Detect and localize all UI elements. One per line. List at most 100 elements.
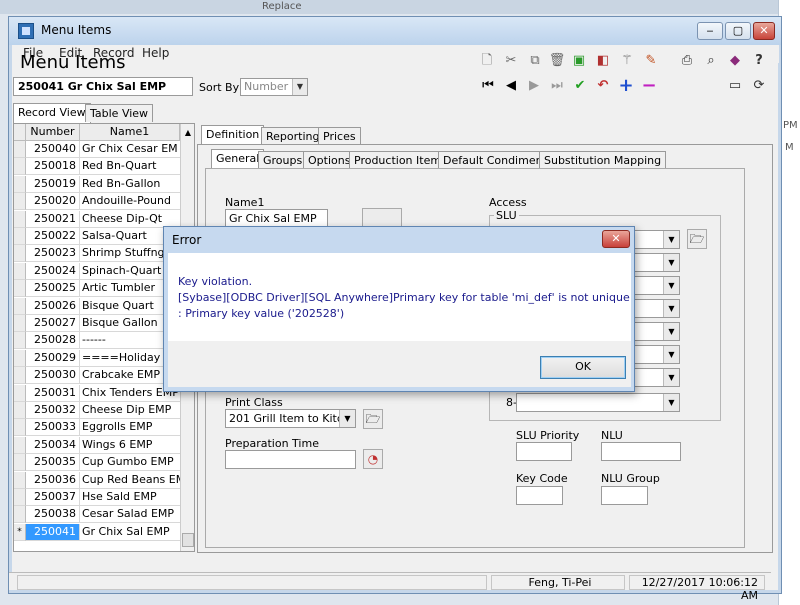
delete-icon[interactable]: 🗑: [548, 52, 566, 70]
row-selector[interactable]: [14, 489, 26, 506]
cell-number[interactable]: 250020: [26, 193, 80, 211]
preparation-time-input[interactable]: [225, 450, 356, 469]
cell-number[interactable]: 250022: [26, 228, 80, 245]
name-options-button[interactable]: [362, 208, 402, 228]
minimize-button[interactable]: ‒: [697, 22, 723, 40]
tab-reporting[interactable]: Reporting: [261, 127, 325, 145]
tab-production-items[interactable]: Production Items: [349, 151, 452, 169]
cell-number[interactable]: 250028: [26, 332, 80, 350]
cell-number[interactable]: 250038: [26, 506, 80, 524]
clock-icon[interactable]: ◔: [363, 449, 383, 469]
cell-number[interactable]: 250032: [26, 402, 80, 419]
table-row[interactable]: 250038 Cesar Salad EMP: [14, 506, 180, 524]
cell-number[interactable]: 250027: [26, 315, 80, 332]
folder-icon[interactable]: 🗁: [687, 229, 707, 249]
cell-number[interactable]: 250025: [26, 280, 80, 298]
table-row[interactable]: * 250041 Gr Chix Sal EMP: [14, 523, 180, 541]
row-selector[interactable]: [14, 175, 26, 193]
table-row[interactable]: 250022 Salsa-Quart: [14, 228, 180, 245]
nlu-group-input[interactable]: [601, 486, 648, 505]
ok-button[interactable]: OK: [540, 356, 626, 379]
cell-name1[interactable]: Cesar Salad EMP: [80, 506, 180, 524]
row-selector[interactable]: [14, 332, 26, 350]
cell-name1[interactable]: Cup Red Beans EM: [80, 472, 180, 489]
title-bar[interactable]: Menu Items ‒ ▢ ✕: [9, 17, 781, 45]
cell-number[interactable]: 250033: [26, 419, 80, 437]
row-selector[interactable]: [14, 193, 26, 211]
table-row[interactable]: 250021 Cheese Dip-Qt: [14, 210, 180, 228]
eraser-icon[interactable]: ◆: [726, 52, 744, 70]
cell-number[interactable]: 250029: [26, 349, 80, 367]
menu-help[interactable]: Help: [142, 46, 169, 60]
column-header-name1[interactable]: Name1: [80, 124, 180, 141]
cell-number[interactable]: 250024: [26, 262, 80, 280]
table-row[interactable]: 250020 Andouille-Pound: [14, 193, 180, 211]
prev-record-icon[interactable]: ◀: [502, 77, 520, 95]
slu-priority-input[interactable]: [516, 442, 572, 461]
key-code-input[interactable]: [516, 486, 563, 505]
new-record-icon[interactable]: 🗋: [478, 52, 496, 70]
row-selector[interactable]: [14, 245, 26, 263]
refresh-icon[interactable]: ⟳: [750, 77, 768, 95]
scroll-up-icon[interactable]: ▲: [181, 124, 195, 141]
tab-record-view[interactable]: Record View: [13, 103, 91, 123]
table-row[interactable]: 250023 Shrimp StuffngQ: [14, 245, 180, 263]
tab-table-view[interactable]: Table View: [85, 104, 154, 122]
row-selector[interactable]: [14, 315, 26, 332]
tab-prices[interactable]: Prices: [318, 127, 361, 145]
remove-record-icon[interactable]: −: [640, 77, 658, 95]
table-row[interactable]: 250024 Spinach-Quart: [14, 262, 180, 280]
table-row[interactable]: 250026 Bisque Quart: [14, 297, 180, 315]
row-selector[interactable]: [14, 158, 26, 176]
cell-number[interactable]: 250034: [26, 436, 80, 454]
maximize-button[interactable]: ▢: [725, 22, 751, 40]
table-row[interactable]: 250027 Bisque Gallon: [14, 315, 180, 332]
next-record-icon[interactable]: ▶: [525, 77, 543, 95]
wand-icon[interactable]: ⚚: [618, 52, 636, 70]
cell-number[interactable]: 250019: [26, 175, 80, 193]
tab-options[interactable]: Options: [303, 151, 356, 169]
cell-name1[interactable]: Hse Sald EMP: [80, 489, 180, 506]
book-icon[interactable]: ◧: [594, 52, 612, 70]
cell-number[interactable]: 250040: [26, 141, 80, 158]
undo-icon[interactable]: ↶: [594, 77, 612, 95]
cell-name1[interactable]: Gr Chix Cesar EM: [80, 141, 180, 158]
tab-substitution-mapping[interactable]: Substitution Mapping: [539, 151, 667, 169]
cell-number[interactable]: 250030: [26, 367, 80, 385]
cell-name1[interactable]: Gr Chix Sal EMP: [80, 524, 180, 541]
cell-name1[interactable]: Eggrolls EMP: [80, 419, 180, 437]
cell-number[interactable]: 250037: [26, 489, 80, 506]
table-row[interactable]: 250037 Hse Sald EMP: [14, 489, 180, 506]
row-selector[interactable]: *: [14, 523, 26, 541]
row-selector[interactable]: [14, 280, 26, 298]
table-row[interactable]: 250040 Gr Chix Cesar EM: [14, 141, 180, 158]
row-selector[interactable]: [14, 228, 26, 245]
table-row[interactable]: 250032 Cheese Dip EMP: [14, 402, 180, 419]
row-selector[interactable]: [14, 402, 26, 419]
row-selector[interactable]: [14, 297, 26, 315]
add-record-icon[interactable]: +: [617, 77, 635, 95]
table-row[interactable]: 250035 Cup Gumbo EMP: [14, 454, 180, 472]
table-row[interactable]: 250025 Artic Tumbler: [14, 280, 180, 298]
cell-number[interactable]: 250026: [26, 297, 80, 315]
screen-icon[interactable]: ▭: [726, 77, 744, 95]
row-selector[interactable]: [14, 367, 26, 385]
cell-name1[interactable]: Andouille-Pound: [80, 193, 180, 211]
row-selector[interactable]: [14, 436, 26, 454]
cell-number[interactable]: 250023: [26, 245, 80, 263]
table-row[interactable]: 250030 Crabcake EMP: [14, 367, 180, 385]
row-selector[interactable]: [14, 506, 26, 524]
cell-name1[interactable]: Cheese Dip EMP: [80, 402, 180, 419]
table-row[interactable]: 250018 Red Bn-Quart: [14, 158, 180, 176]
row-selector[interactable]: [14, 349, 26, 367]
tab-definition[interactable]: Definition: [201, 125, 265, 145]
close-button[interactable]: ✕: [753, 22, 775, 40]
nlu-input[interactable]: [601, 442, 681, 461]
table-row[interactable]: 250029 ====Holiday: [14, 349, 180, 367]
cell-name1[interactable]: Cup Gumbo EMP: [80, 454, 180, 472]
cell-name1[interactable]: Red Bn-Quart: [80, 158, 180, 176]
first-record-icon[interactable]: ⏮: [479, 77, 497, 95]
table-row[interactable]: 250019 Red Bn-Gallon: [14, 175, 180, 193]
table-row[interactable]: 250034 Wings 6 EMP: [14, 436, 180, 454]
slu-8-select[interactable]: ▼: [516, 393, 680, 412]
